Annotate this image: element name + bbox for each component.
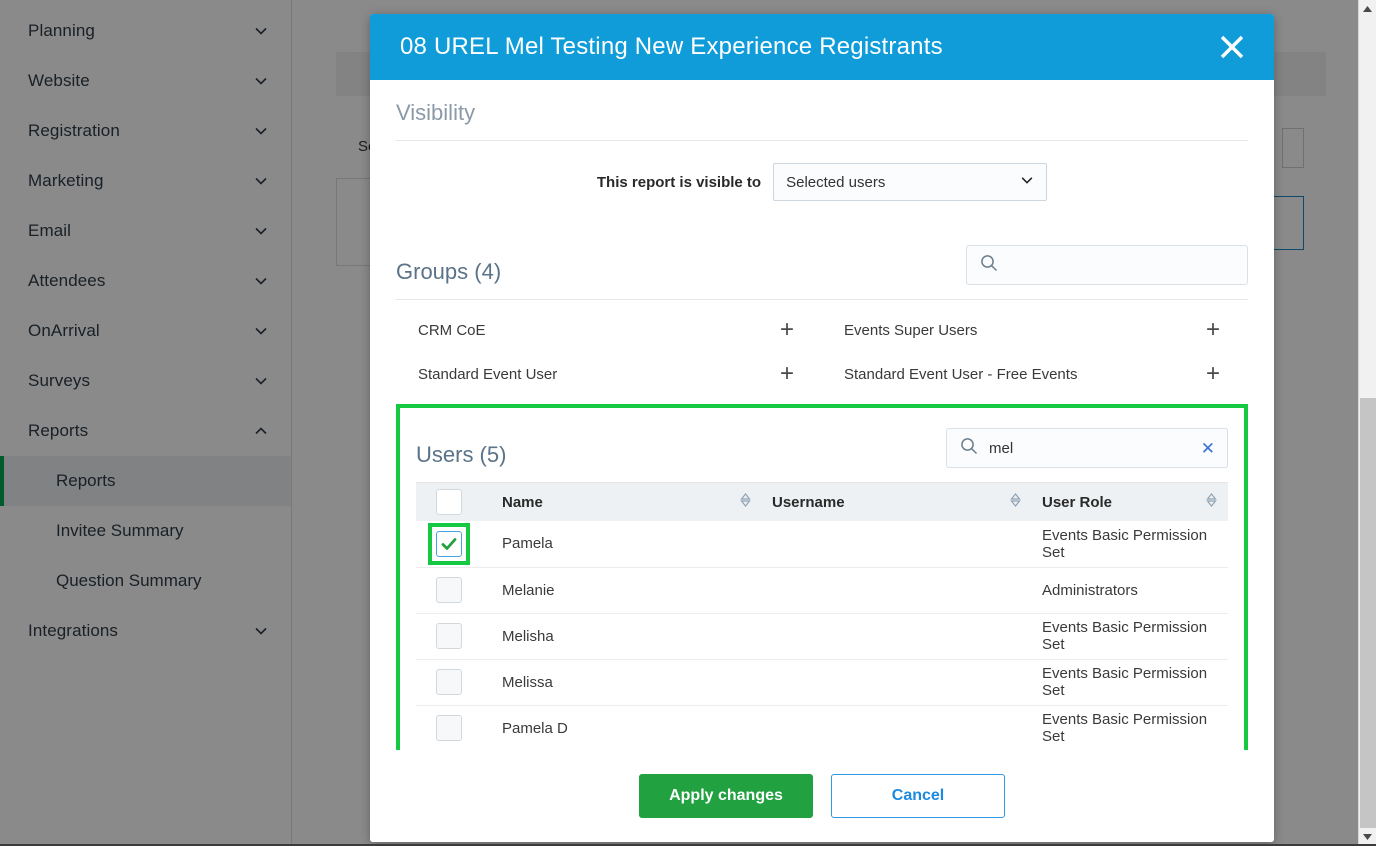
table-header-row: Name Username User Role xyxy=(416,483,1228,521)
column-header-name[interactable]: Name xyxy=(492,483,762,521)
visibility-section-title: Visibility xyxy=(396,100,476,125)
groups-section-title: Groups (4) xyxy=(396,259,502,284)
cell-username xyxy=(762,567,1032,614)
row-select-cell xyxy=(416,567,492,614)
plus-icon[interactable]: + xyxy=(780,362,794,386)
cell-username xyxy=(762,659,1032,706)
group-name: Standard Event User xyxy=(418,365,558,383)
group-item[interactable]: Events Super Users + xyxy=(822,308,1248,352)
cancel-button[interactable]: Cancel xyxy=(831,774,1005,818)
visibility-section-header: Visibility xyxy=(396,80,1248,126)
cell-user-role: Administrators xyxy=(1032,567,1228,614)
scrollbar-track[interactable] xyxy=(1359,18,1376,828)
plus-icon[interactable]: + xyxy=(1206,318,1220,342)
cell-name: Melanie xyxy=(492,567,762,614)
visibility-field-label: This report is visible to xyxy=(596,173,762,191)
chevron-down-icon xyxy=(1020,173,1034,191)
table-row[interactable]: Melissa Events Basic Permission Set xyxy=(416,659,1228,706)
table-row[interactable]: Melisha Events Basic Permission Set xyxy=(416,613,1228,660)
column-label: Username xyxy=(772,493,845,511)
groups-search-input[interactable] xyxy=(1009,256,1235,274)
close-icon[interactable] xyxy=(1210,25,1254,69)
visibility-select-value: Selected users xyxy=(786,173,886,191)
groups-list: CRM CoE + Events Super Users + Standard … xyxy=(396,300,1248,396)
modal-body: Visibility This report is visible to Sel… xyxy=(370,80,1274,750)
modal-header: 08 UREL Mel Testing New Experience Regis… xyxy=(370,14,1274,80)
clear-search-icon[interactable]: ✕ xyxy=(1201,440,1215,457)
table-row[interactable]: Melanie Administrators xyxy=(416,567,1228,614)
cell-user-role: Events Basic Permission Set xyxy=(1032,521,1228,568)
row-checkbox[interactable] xyxy=(436,669,462,695)
cell-username xyxy=(762,613,1032,660)
cell-name: Pamela xyxy=(492,521,762,568)
cell-username xyxy=(762,521,1032,568)
modal-footer: Apply changes Cancel xyxy=(370,750,1274,842)
cell-user-role: Events Basic Permission Set xyxy=(1032,613,1228,660)
groups-search-box[interactable] xyxy=(966,245,1248,285)
report-visibility-modal: 08 UREL Mel Testing New Experience Regis… xyxy=(370,14,1274,842)
visibility-select[interactable]: Selected users xyxy=(773,163,1048,201)
column-header-user-role[interactable]: User Role xyxy=(1032,483,1228,521)
row-checkbox[interactable] xyxy=(436,715,462,742)
cell-name: Melisha xyxy=(492,613,762,660)
row-checkbox[interactable] xyxy=(436,577,462,603)
groups-section-header: Groups (4) xyxy=(396,225,1248,285)
page-scrollbar[interactable] xyxy=(1358,0,1376,846)
select-all-checkbox[interactable] xyxy=(436,489,462,515)
group-item[interactable]: Standard Event User - Free Events + xyxy=(822,352,1248,396)
group-item[interactable]: CRM CoE + xyxy=(396,308,822,352)
table-row[interactable]: Pamela D Events Basic Permission Set xyxy=(416,705,1228,750)
users-section-header: Users (5) ✕ xyxy=(416,408,1228,468)
modal-title: 08 UREL Mel Testing New Experience Regis… xyxy=(400,33,943,60)
column-label: Name xyxy=(502,493,543,511)
row-checkbox[interactable] xyxy=(436,530,462,557)
column-header-username[interactable]: Username xyxy=(762,483,1032,521)
visibility-field-row: This report is visible to Selected users xyxy=(396,141,1248,225)
users-search-box[interactable]: ✕ xyxy=(946,428,1228,468)
users-section-highlight: Users (5) ✕ xyxy=(396,404,1248,750)
row-select-cell xyxy=(416,659,492,706)
apply-changes-button[interactable]: Apply changes xyxy=(639,774,813,818)
column-label: User Role xyxy=(1042,493,1113,511)
row-select-cell xyxy=(416,613,492,660)
row-checkbox[interactable] xyxy=(436,623,462,649)
cell-user-role: Events Basic Permission Set xyxy=(1042,711,1208,746)
row-select-highlight xyxy=(428,522,470,565)
search-icon xyxy=(979,253,999,278)
sort-icon[interactable] xyxy=(1205,492,1218,512)
group-name: CRM CoE xyxy=(418,321,486,339)
plus-icon[interactable]: + xyxy=(780,318,794,342)
sort-icon[interactable] xyxy=(739,492,752,512)
app-root: Planning Website Registration Marketing … xyxy=(0,0,1376,846)
group-item[interactable]: Standard Event User + xyxy=(396,352,822,396)
scroll-up-arrow-icon[interactable] xyxy=(1358,0,1376,18)
row-select-cell xyxy=(416,521,492,568)
search-icon xyxy=(959,436,979,461)
users-search-input[interactable] xyxy=(989,439,1191,457)
users-section-title: Users (5) xyxy=(416,442,507,467)
plus-icon[interactable]: + xyxy=(1206,362,1220,386)
users-table: Name Username User Role Pamela Events Ba… xyxy=(416,483,1228,750)
row-select-cell xyxy=(416,705,492,750)
select-all-header xyxy=(416,483,492,521)
group-name: Standard Event User - Free Events xyxy=(844,365,1078,383)
group-name: Events Super Users xyxy=(844,321,978,339)
cell-name: Pamela D xyxy=(502,719,568,737)
cell-name: Melissa xyxy=(492,659,762,706)
cell-username xyxy=(762,705,1032,750)
cell-user-role: Events Basic Permission Set xyxy=(1032,659,1228,706)
scrollbar-thumb[interactable] xyxy=(1359,398,1376,828)
sort-icon[interactable] xyxy=(1009,492,1022,512)
table-row[interactable]: Pamela Events Basic Permission Set xyxy=(416,521,1228,568)
